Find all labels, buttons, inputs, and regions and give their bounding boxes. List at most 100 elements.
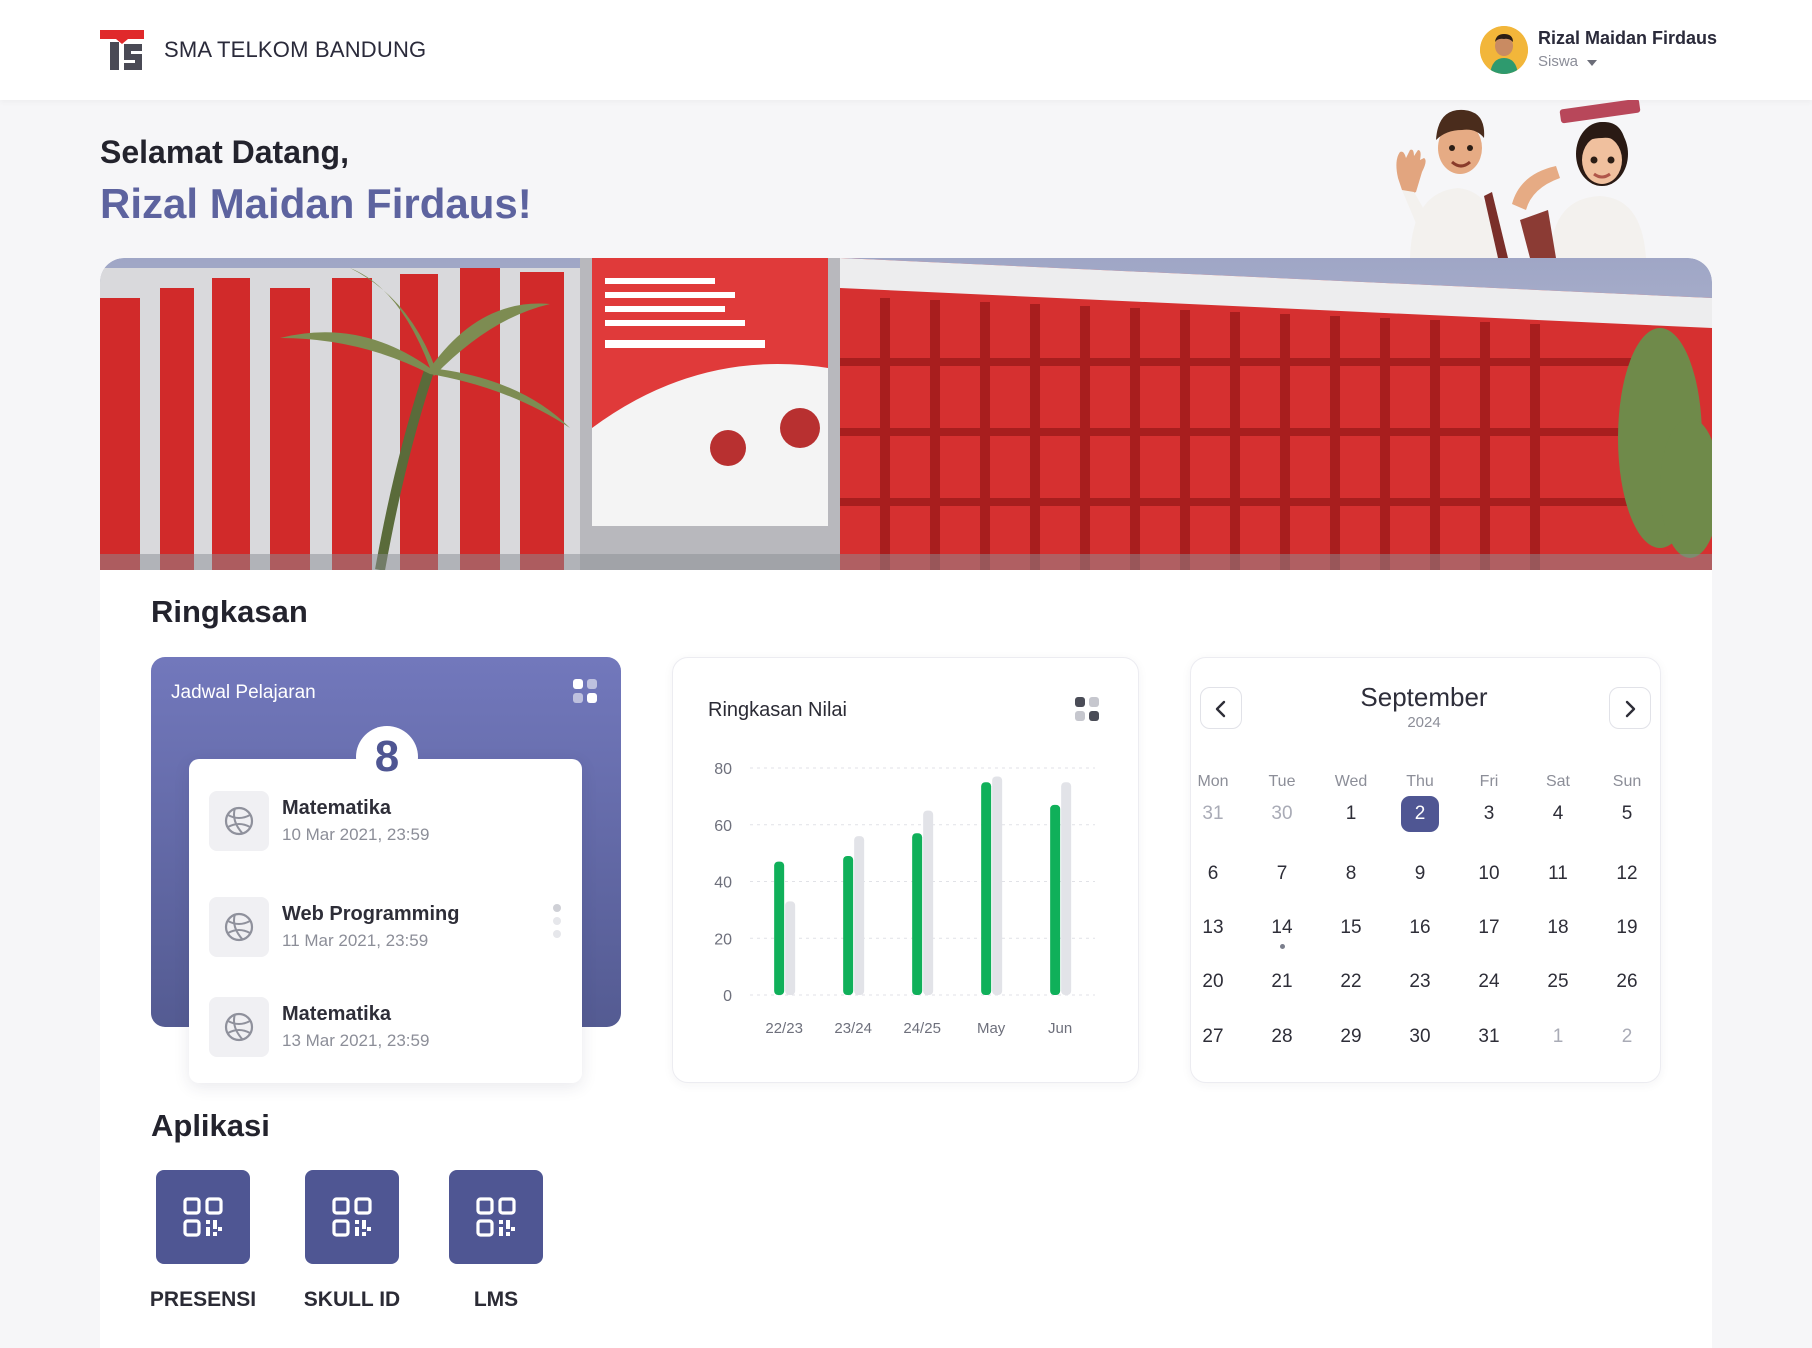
- calendar-week-row: 20 21 22 23 24 25 26: [1183, 962, 1667, 1002]
- bar-series-2[interactable]: [785, 901, 796, 995]
- bar-series-2[interactable]: [992, 776, 1003, 995]
- calendar-day[interactable]: 30: [1252, 794, 1312, 834]
- calendar-day[interactable]: 20: [1183, 962, 1243, 1002]
- bar-series-2[interactable]: [1061, 782, 1072, 995]
- calendar-day[interactable]: 14: [1252, 908, 1312, 949]
- x-tick-label: Jun: [1048, 1020, 1072, 1037]
- bar-series-1[interactable]: [774, 861, 785, 995]
- calendar-day[interactable]: 26: [1597, 962, 1657, 1002]
- x-tick-label: 22/23: [765, 1020, 803, 1037]
- user-role-dropdown[interactable]: Siswa: [1538, 53, 1578, 70]
- schedule-item[interactable]: Matematika 13 Mar 2021, 23:59: [209, 997, 549, 1059]
- calendar-day[interactable]: 1: [1321, 794, 1381, 834]
- calendar-day[interactable]: 16: [1390, 908, 1450, 948]
- calendar-prev-button[interactable]: [1200, 687, 1242, 729]
- globe-icon: [209, 897, 269, 957]
- app-lms-button[interactable]: [449, 1170, 543, 1264]
- qr-code-icon: [183, 1197, 223, 1237]
- widget-grid-icon[interactable]: [572, 678, 598, 704]
- calendar-day[interactable]: 28: [1252, 1017, 1312, 1057]
- grades-bar-chart: 0 20 40 60 80 22/23 23/24 24/25 May Jun: [714, 761, 1095, 1037]
- app-skull-id-label: SKULL ID: [303, 1288, 401, 1311]
- grades-chart-title: Ringkasan Nilai: [708, 699, 847, 721]
- calendar-day[interactable]: 8: [1321, 854, 1381, 894]
- calendar-day[interactable]: 31: [1183, 794, 1243, 834]
- bar-series-1[interactable]: [981, 782, 992, 995]
- event-dot-icon: [1280, 944, 1285, 949]
- schedule-item-subject: Matematika: [282, 797, 391, 819]
- globe-icon: [209, 791, 269, 851]
- calendar-day[interactable]: 4: [1528, 794, 1588, 834]
- bar-series-1[interactable]: [1050, 804, 1061, 995]
- calendar-day-selected[interactable]: 2: [1390, 794, 1450, 834]
- schedule-item[interactable]: Web Programming 11 Mar 2021, 23:59: [209, 897, 549, 959]
- app-lms-label: LMS: [473, 1288, 519, 1311]
- app-presensi-button[interactable]: [156, 1170, 250, 1264]
- calendar-week-row: 13 14 15 16 17 18 19: [1183, 908, 1667, 949]
- calendar-day[interactable]: 5: [1597, 794, 1657, 834]
- chevron-right-icon: [1625, 700, 1636, 718]
- summary-section-title: Ringkasan: [151, 594, 308, 629]
- scroll-indicator[interactable]: [553, 904, 561, 940]
- user-name: Rizal Maidan Firdaus: [1538, 28, 1718, 48]
- chevron-down-icon[interactable]: [1587, 60, 1597, 66]
- calendar-day[interactable]: 27: [1183, 1017, 1243, 1057]
- greeting-user-name: Rizal Maidan Firdaus!: [100, 180, 532, 227]
- calendar-day[interactable]: 9: [1390, 854, 1450, 894]
- qr-code-icon: [332, 1197, 372, 1237]
- calendar-year: 2024: [1407, 714, 1441, 731]
- calendar-next-button[interactable]: [1609, 687, 1651, 729]
- calendar-week-row: 31 30 1 2 3 4 5: [1183, 794, 1667, 834]
- bar-series-1[interactable]: [843, 855, 854, 995]
- calendar-day-label: 2: [1401, 796, 1439, 832]
- calendar-day[interactable]: 10: [1459, 854, 1519, 894]
- calendar-day[interactable]: 23: [1390, 962, 1450, 1002]
- calendar-month: September: [1360, 682, 1488, 712]
- calendar-day[interactable]: 22: [1321, 962, 1381, 1002]
- calendar-day[interactable]: 31: [1459, 1017, 1519, 1057]
- calendar-day[interactable]: 24: [1459, 962, 1519, 1002]
- calendar-day[interactable]: 3: [1459, 794, 1519, 834]
- app-skull-id-button[interactable]: [305, 1170, 399, 1264]
- calendar-day[interactable]: 18: [1528, 908, 1588, 948]
- top-navbar: SMA TELKOM BANDUNG Rizal Maidan Firdaus …: [0, 0, 1812, 100]
- bar-series-2[interactable]: [923, 810, 934, 995]
- bar-series-1[interactable]: [912, 833, 923, 995]
- user-avatar[interactable]: [1480, 26, 1528, 74]
- school-name: SMA TELKOM BANDUNG: [164, 37, 427, 62]
- calendar-week-row: 6 7 8 9 10 11 12: [1183, 854, 1667, 894]
- calendar-day[interactable]: 19: [1597, 908, 1657, 948]
- calendar-day[interactable]: 17: [1459, 908, 1519, 948]
- calendar-day[interactable]: 6: [1183, 854, 1243, 894]
- x-tick-label: May: [977, 1020, 1006, 1037]
- qr-code-icon: [476, 1197, 516, 1237]
- schedule-item[interactable]: Matematika 10 Mar 2021, 23:59: [209, 791, 549, 853]
- calendar-day[interactable]: 13: [1183, 908, 1243, 948]
- calendar-day[interactable]: 29: [1321, 1017, 1381, 1057]
- school-building-banner: [100, 258, 1712, 570]
- bar-series-2[interactable]: [854, 836, 865, 995]
- widget-grid-icon[interactable]: [1074, 696, 1100, 722]
- y-tick-label: 40: [714, 875, 732, 892]
- calendar-day[interactable]: 15: [1321, 908, 1381, 948]
- apps-section-title: Aplikasi: [151, 1108, 270, 1143]
- calendar-day[interactable]: 11: [1528, 854, 1588, 894]
- x-tick-label: 24/25: [903, 1020, 941, 1037]
- schedule-item-subject: Web Programming: [282, 903, 460, 925]
- calendar-day[interactable]: 7: [1252, 854, 1312, 894]
- calendar-day[interactable]: 30: [1390, 1017, 1450, 1057]
- calendar-day[interactable]: 2: [1597, 1017, 1657, 1057]
- y-tick-label: 80: [714, 761, 732, 778]
- schedule-item-date: 13 Mar 2021, 23:59: [282, 1031, 430, 1050]
- calendar-day[interactable]: 25: [1528, 962, 1588, 1002]
- calendar-day[interactable]: 1: [1528, 1017, 1588, 1057]
- student-mascots-illustration: [1396, 100, 1646, 258]
- chevron-left-icon: [1215, 700, 1226, 718]
- school-logo[interactable]: [100, 30, 144, 72]
- calendar-day[interactable]: 21: [1252, 962, 1312, 1002]
- schedule-card-title: Jadwal Pelajaran: [171, 682, 316, 703]
- app-presensi-label: PRESENSI: [149, 1288, 257, 1311]
- calendar-day[interactable]: 12: [1597, 854, 1657, 894]
- y-tick-label: 0: [723, 988, 732, 1005]
- schedule-item-subject: Matematika: [282, 1003, 391, 1025]
